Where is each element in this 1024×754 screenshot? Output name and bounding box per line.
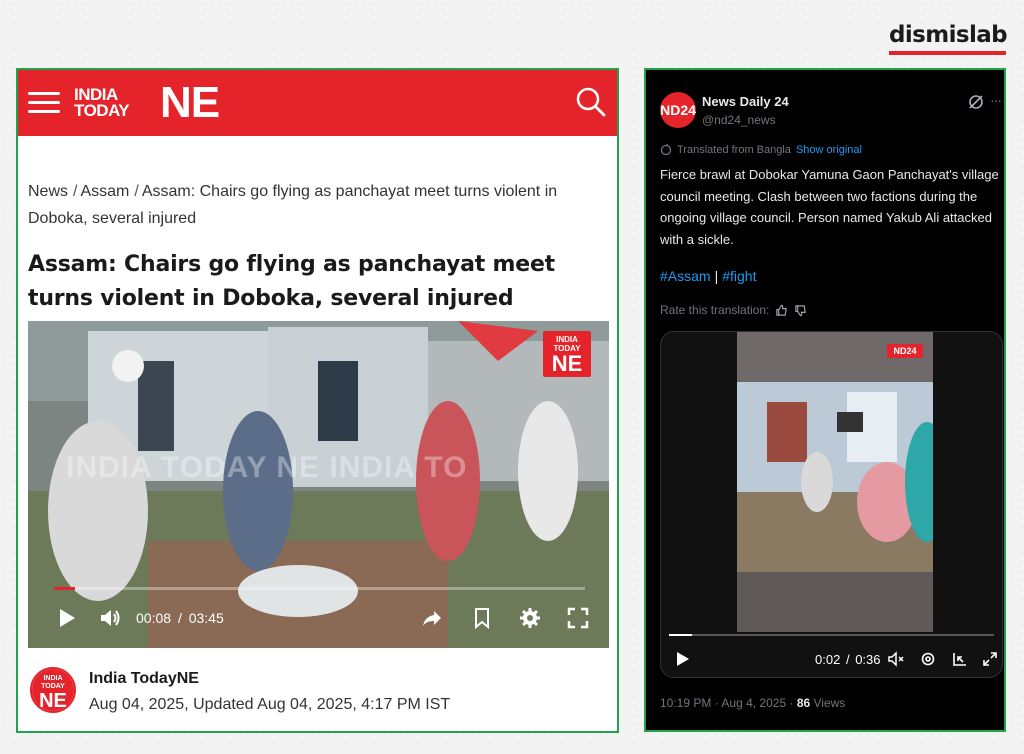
- site-logo-small: INDIA TODAY: [74, 85, 130, 120]
- publish-date: Aug 04, 2025, Updated Aug 04, 2025, 4:17…: [89, 696, 451, 713]
- tweet-date[interactable]: Aug 4, 2025: [721, 696, 786, 710]
- more-options-icon[interactable]: ···: [990, 92, 1002, 108]
- thumbs-down-icon[interactable]: [794, 304, 807, 317]
- author-row: INDIA TODAY NE India TodayNE Aug 04, 202…: [28, 664, 608, 720]
- tweet-video-time: 0:02 / 0:36: [815, 652, 881, 667]
- video-channel-badge: INDIA TODAY NE: [543, 331, 591, 377]
- mute-icon[interactable]: [887, 650, 905, 668]
- india-today-article-screenshot: INDIA TODAY NE News / Assam / Assam: Chairs …: [16, 68, 619, 733]
- tweet-views-label: Views: [813, 696, 846, 710]
- tweet-screenshot: ND24 News Daily 24 @nd24_news ··· Transl…: [644, 68, 1006, 732]
- tweet-author-handle[interactable]: @nd24_news: [702, 113, 776, 127]
- fullscreen-icon[interactable]: [981, 650, 999, 668]
- play-icon[interactable]: [54, 606, 78, 630]
- grok-icon[interactable]: [968, 94, 984, 110]
- author-avatar[interactable]: INDIA TODAY NE: [30, 667, 76, 713]
- play-icon[interactable]: [673, 650, 691, 668]
- rate-translation: Rate this translation:: [660, 303, 807, 317]
- bookmark-icon[interactable]: [470, 606, 494, 630]
- tweet-views-count: 86: [796, 696, 811, 710]
- tweet-video-player[interactable]: ND24 0:02 / 0:36: [660, 331, 1003, 678]
- tweet-hashtags: #Assam | #fight: [660, 268, 757, 284]
- site-header: INDIA TODAY NE: [18, 70, 617, 136]
- video-progress-fill: [54, 587, 76, 590]
- video-current-time: 00:08: [136, 610, 172, 626]
- settings-icon[interactable]: [518, 606, 542, 630]
- video-duration: 03:45: [188, 610, 224, 626]
- site-logo[interactable]: INDIA TODAY NE: [74, 78, 220, 127]
- menu-icon[interactable]: [28, 92, 60, 114]
- video-time: 00:08 / 03:45: [136, 610, 224, 626]
- breadcrumb-item-news[interactable]: News: [28, 183, 68, 200]
- tweet-author-name[interactable]: News Daily 24: [702, 94, 789, 109]
- tweet-video-current-time: 0:02: [815, 652, 841, 667]
- video-watermark: INDIA TODAY NE INDIA TO: [66, 451, 468, 484]
- tweet-video-badge: ND24: [893, 346, 917, 356]
- dismislab-logo-text: dismislab: [889, 22, 1008, 48]
- share-icon[interactable]: [420, 606, 444, 630]
- article-headline: Assam: Chairs go flying as panchayat mee…: [28, 252, 555, 311]
- tweet-meta: 10:19 PM · Aug 4, 2025 · 86 Views: [660, 696, 846, 710]
- translate-icon: [660, 144, 672, 156]
- hashtag-assam[interactable]: #Assam: [660, 268, 711, 284]
- translated-label: Translated from Bangla: [677, 144, 791, 156]
- thumbs-up-icon[interactable]: [775, 304, 788, 317]
- video-controls: 00:08 / 03:45: [28, 604, 609, 634]
- tweet-text: Fierce brawl at Dobokar Yamuna Gaon Panc…: [660, 167, 999, 247]
- breadcrumb: News / Assam / Assam: Chairs go flying as pa…: [28, 183, 558, 227]
- tweet-avatar[interactable]: ND24: [660, 92, 696, 128]
- video-progress-bar[interactable]: [54, 587, 585, 590]
- show-original-link[interactable]: Show original: [796, 144, 862, 156]
- hashtag-fight[interactable]: #fight: [722, 268, 756, 284]
- tweet-video-progress-fill: [669, 634, 692, 636]
- rate-translation-label: Rate this translation:: [660, 303, 770, 317]
- tweet-time[interactable]: 10:19 PM: [660, 696, 711, 710]
- breadcrumb-item-assam[interactable]: Assam: [80, 183, 129, 200]
- translation-notice: Translated from Bangla Show original: [660, 144, 862, 156]
- settings-icon[interactable]: [919, 650, 937, 668]
- picture-in-picture-icon[interactable]: [951, 650, 969, 668]
- fullscreen-icon[interactable]: [566, 606, 590, 630]
- author-name[interactable]: India TodayNE: [89, 670, 199, 688]
- logo-underline: [889, 51, 1006, 55]
- volume-icon[interactable]: [98, 606, 122, 630]
- tweet-video-controls: 0:02 / 0:36: [661, 648, 1002, 674]
- article-video-player[interactable]: INDIA TODAY NE INDIA TO INDIA TODAY NE 0…: [28, 321, 609, 648]
- tweet-video-duration: 0:36: [855, 652, 881, 667]
- site-logo-big: NE: [160, 78, 220, 127]
- tweet-video-frame: ND24: [737, 332, 933, 632]
- tweet-video-progress[interactable]: [669, 634, 994, 636]
- dismislab-logo: dismislab: [889, 22, 1008, 55]
- search-icon[interactable]: [575, 86, 607, 118]
